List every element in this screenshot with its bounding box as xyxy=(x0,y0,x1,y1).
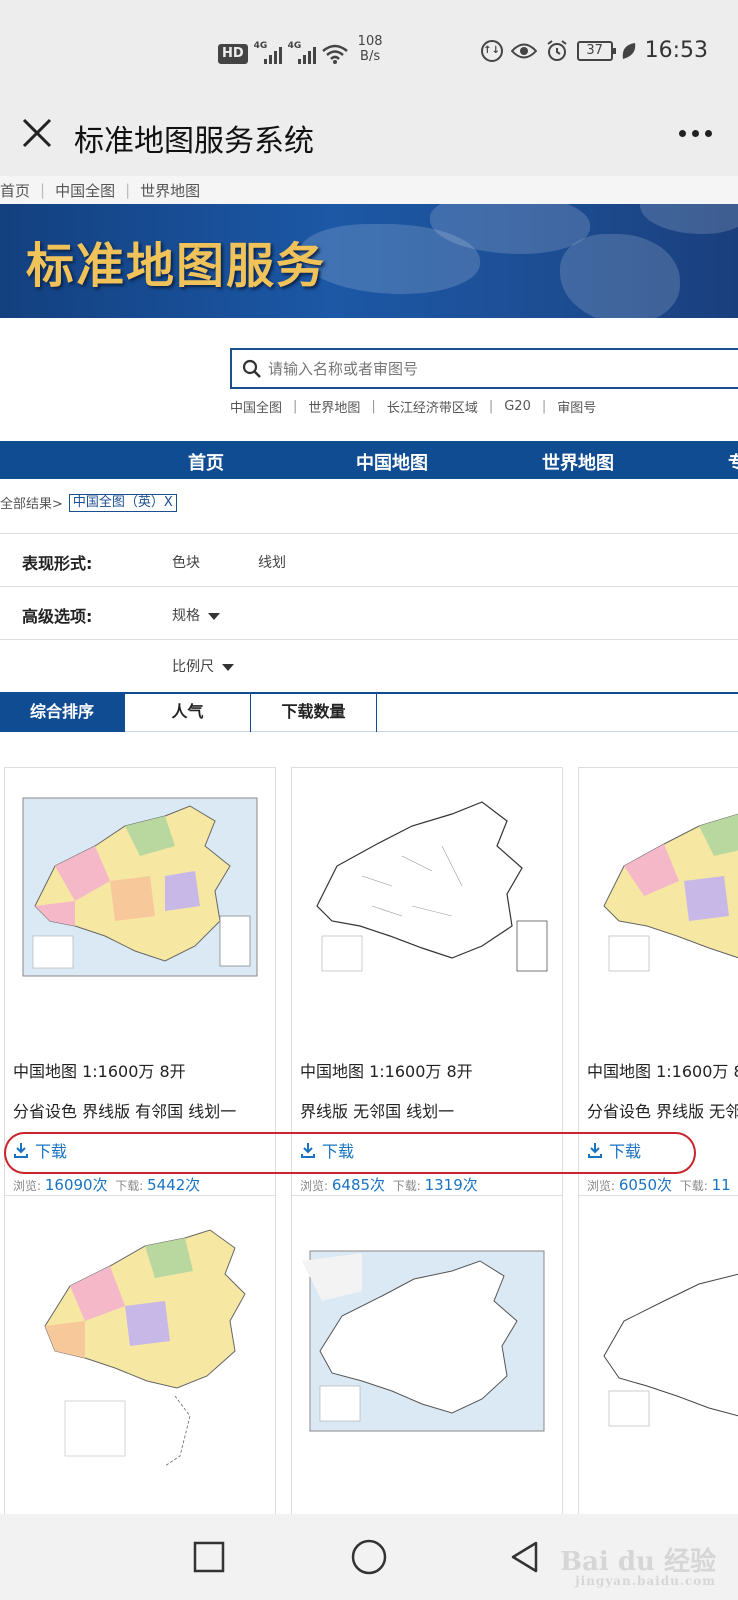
card-subtitle: 界线版 无邻国 线划一 xyxy=(300,1102,455,1121)
breadcrumb: 首页 | 中国全图 | 世界地图 xyxy=(0,176,738,204)
main-nav: 首页 中国地图 世界地图 专 xyxy=(0,441,738,479)
filter-tag[interactable]: 中国全图（英）X xyxy=(68,493,177,512)
scale-dropdown[interactable]: 比例尺 xyxy=(172,656,234,676)
all-results-link[interactable]: 全部结果> xyxy=(0,493,63,512)
alarm-icon xyxy=(546,39,567,61)
annotation-highlight xyxy=(4,1132,696,1174)
data-saver-icon: ↑↓ xyxy=(480,39,503,62)
map-card[interactable] xyxy=(291,1195,563,1525)
quick-links: 中国全图 | 世界地图 | 长江经济带区域 | G20 | 审图号 xyxy=(230,397,597,416)
map-thumbnail xyxy=(44,1229,246,1467)
breadcrumb-world-map[interactable]: 世界地图 xyxy=(140,180,200,201)
eye-icon xyxy=(510,43,537,58)
download-count: 11 xyxy=(711,1176,731,1194)
card-stats: 浏览: 16090次 下载: 5442次 xyxy=(13,1176,201,1194)
leaf-icon xyxy=(622,42,635,59)
sort-tabs: 综合排序 人气 下载数量 xyxy=(0,692,738,732)
map-card[interactable] xyxy=(578,1195,738,1525)
quick-link-review-number[interactable]: 审图号 xyxy=(557,397,596,416)
map-thumbnail xyxy=(302,1250,545,1432)
battery-icon: 37 xyxy=(576,40,616,61)
view-count: 16090次 xyxy=(44,1176,108,1194)
download-count: 1319次 xyxy=(424,1176,478,1194)
page-title: 标准地图服务系统 xyxy=(74,124,314,159)
nav-china-map[interactable]: 中国地图 xyxy=(356,449,428,475)
wifi-icon xyxy=(321,44,348,64)
chevron-down-icon xyxy=(208,612,220,620)
signal-icon: 4G xyxy=(254,41,282,64)
card-title: 中国地图 1:1600万 8开 xyxy=(300,1062,473,1081)
sort-tab-popularity[interactable]: 人气 xyxy=(125,694,251,732)
card-subtitle: 分省设色 界线版 无邻 xyxy=(587,1102,738,1121)
style-label: 表现形式: xyxy=(22,554,93,573)
close-icon[interactable] xyxy=(20,116,54,150)
download-count: 5442次 xyxy=(147,1176,201,1194)
clock: 16:53 xyxy=(644,38,708,63)
more-options-icon[interactable] xyxy=(679,130,712,137)
advanced-label: 高级选项: xyxy=(22,607,93,626)
system-nav-bar: Bai du 经验 jingyan.baidu.com xyxy=(0,1514,738,1600)
sort-tab-overall[interactable]: 综合排序 xyxy=(0,694,125,732)
card-title: 中国地图 1:1600万 8开 xyxy=(587,1062,738,1081)
style-option-line[interactable]: 线划 xyxy=(258,552,286,572)
nav-home[interactable]: 首页 xyxy=(188,449,224,475)
chevron-down-icon xyxy=(222,663,234,671)
banner-title: 标准地图服务 xyxy=(26,238,327,294)
style-option-color[interactable]: 色块 xyxy=(172,552,200,572)
breadcrumb-home[interactable]: 首页 xyxy=(0,180,30,201)
card-stats: 浏览: 6485次 下载: 1319次 xyxy=(300,1176,478,1194)
back-button[interactable] xyxy=(508,1540,542,1574)
map-thumbnail xyxy=(603,1273,738,1427)
network-speed: 108 B/s xyxy=(357,34,383,64)
map-thumbnail xyxy=(603,813,738,972)
title-bar: 标准地图服务系统 xyxy=(0,100,738,176)
home-button[interactable] xyxy=(350,1538,388,1576)
quick-link-world[interactable]: 世界地图 xyxy=(308,397,360,416)
search-box[interactable] xyxy=(230,348,738,389)
status-left: HD 4G 4G 108 B/s xyxy=(218,34,383,64)
banner: 标准地图服务 xyxy=(0,204,738,318)
scale-filter-row: 比例尺 xyxy=(0,639,738,692)
quick-link-yangtze[interactable]: 长江经济带区域 xyxy=(387,397,478,416)
quick-link-g20[interactable]: G20 xyxy=(504,399,531,414)
hd-icon: HD xyxy=(218,44,248,64)
breadcrumb-china-map[interactable]: 中国全图 xyxy=(55,180,115,201)
status-right: ↑↓ 37 16:53 xyxy=(480,38,708,63)
view-count: 6485次 xyxy=(331,1176,386,1194)
view-count: 6050次 xyxy=(618,1176,673,1194)
sort-tab-downloads[interactable]: 下载数量 xyxy=(251,694,377,732)
search-input[interactable] xyxy=(268,350,738,387)
card-stats: 浏览: 6050次 下载: 11 xyxy=(587,1176,731,1194)
advanced-filter-row: 高级选项: 规格 xyxy=(0,586,738,639)
nav-more[interactable]: 专 xyxy=(728,449,738,475)
card-title: 中国地图 1:1600万 8开 xyxy=(13,1062,186,1081)
status-bar: HD 4G 4G 108 B/s ↑↓ 37 16:53 xyxy=(0,0,738,100)
style-filter-row: 表现形式: 色块 线划 xyxy=(0,533,738,586)
map-thumbnail xyxy=(22,797,258,977)
map-card[interactable] xyxy=(4,1195,276,1525)
search-icon xyxy=(242,359,261,378)
card-subtitle: 分省设色 界线版 有邻国 线划一 xyxy=(13,1102,237,1121)
filter-breadcrumb: 全部结果> 中国全图（英）X xyxy=(0,493,177,512)
recents-button[interactable] xyxy=(192,1540,226,1574)
quick-link-china[interactable]: 中国全图 xyxy=(230,397,282,416)
baidu-watermark: Bai du 经验 jingyan.baidu.com xyxy=(560,1547,716,1588)
nav-world-map[interactable]: 世界地图 xyxy=(542,449,614,475)
map-thumbnail xyxy=(316,801,548,972)
signal-icon-2: 4G xyxy=(288,41,316,64)
spec-dropdown[interactable]: 规格 xyxy=(172,605,220,625)
